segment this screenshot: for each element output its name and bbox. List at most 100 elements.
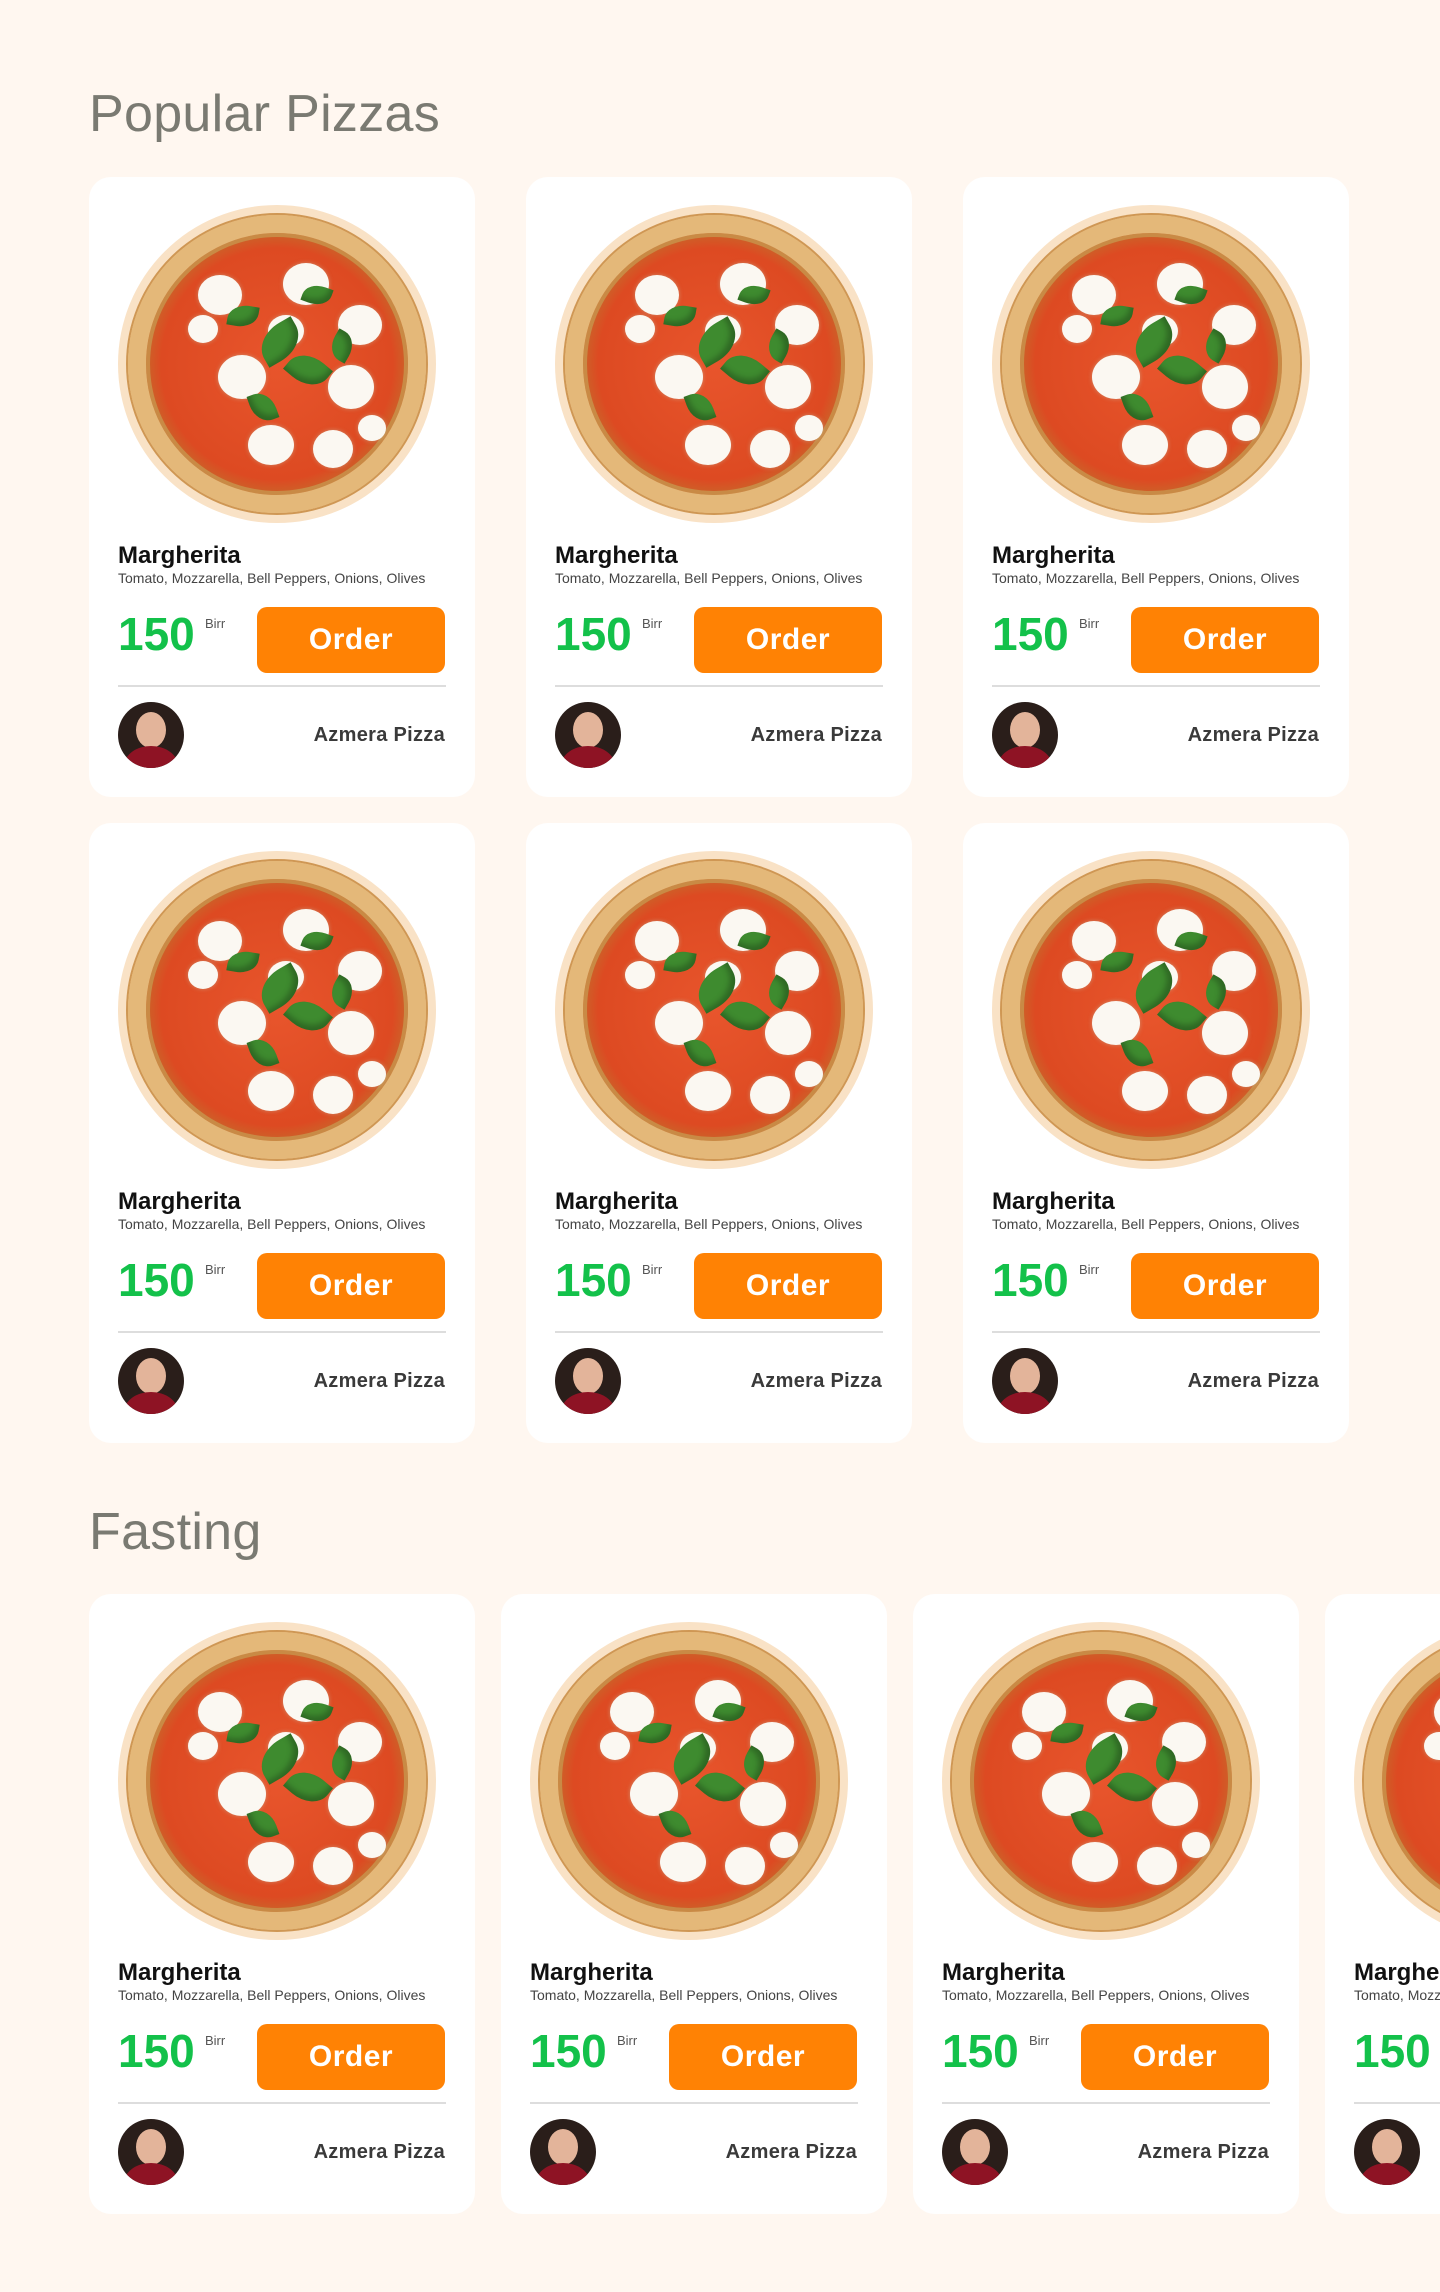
restaurant-name[interactable]: Azmera Pizza: [314, 1370, 445, 1393]
product-name: Margherita: [1354, 1959, 1440, 1986]
product-price: 150: [118, 2025, 195, 2077]
mozzarella-topping: [218, 1001, 266, 1045]
basil-leaf: [246, 388, 280, 426]
mozzarella-topping: [248, 1842, 294, 1882]
mozzarella-topping: [685, 1071, 731, 1111]
price-currency: Birr: [205, 616, 226, 631]
product-card[interactable]: Margherita Tomato, Mozzarella, Bell Pepp…: [913, 1594, 1299, 2214]
avatar-body: [124, 2163, 178, 2185]
mozzarella-topping: [248, 1071, 294, 1111]
product-name: Margherita: [992, 1188, 1115, 1215]
product-card[interactable]: Margherita Tomato, Mozzarella, Bell Pepp…: [89, 177, 475, 797]
avatar[interactable]: [118, 2119, 184, 2185]
product-ingredients: Tomato, Mozzarella, Bell Peppers, Onions…: [992, 1216, 1300, 1232]
mozzarella-topping: [328, 1782, 374, 1826]
avatar-body: [124, 746, 178, 768]
product-card[interactable]: Margherita Tomato, Mozzarella, Bell Pepp…: [963, 823, 1349, 1443]
product-card[interactable]: Margherita Tomato, Mozzarella, Bell Pepp…: [1325, 1594, 1440, 2214]
order-button[interactable]: Order: [1131, 607, 1319, 673]
product-ingredients: Tomato, Mozzarella, Bell Peppers, Onions…: [555, 1216, 863, 1232]
restaurant-name[interactable]: Azmera Pizza: [1138, 2141, 1269, 2164]
avatar-face: [136, 2129, 166, 2165]
product-card[interactable]: Margherita Tomato, Mozzarella, Bell Pepp…: [89, 823, 475, 1443]
mozzarella-topping: [188, 961, 218, 989]
pizza-image: [118, 205, 436, 523]
mozzarella-topping: [660, 1842, 706, 1882]
product-price: 150: [555, 1254, 632, 1306]
avatar[interactable]: [555, 1348, 621, 1414]
avatar[interactable]: [530, 2119, 596, 2185]
mozzarella-topping: [1187, 430, 1227, 468]
pizza-image: [118, 1622, 436, 1940]
order-button[interactable]: Order: [257, 1253, 445, 1319]
price-currency: Birr: [205, 2033, 226, 2048]
card-divider: [555, 1331, 883, 1333]
mozzarella-topping: [740, 1782, 786, 1826]
restaurant-name[interactable]: Azmera Pizza: [1188, 724, 1319, 747]
avatar[interactable]: [992, 1348, 1058, 1414]
restaurant-name[interactable]: Azmera Pizza: [751, 1370, 882, 1393]
product-name: Margherita: [118, 542, 241, 569]
mozzarella-topping: [630, 1772, 678, 1816]
price-currency: Birr: [205, 1262, 226, 1277]
mozzarella-topping: [1232, 1061, 1260, 1087]
product-card[interactable]: Margherita Tomato, Mozzarella, Bell Pepp…: [526, 177, 912, 797]
price-currency: Birr: [642, 1262, 663, 1277]
basil-leaf: [1120, 1034, 1154, 1072]
product-price: 150: [555, 608, 632, 660]
pizza-image: [1354, 1622, 1440, 1940]
pizza-toppings: [1364, 1632, 1440, 1930]
avatar[interactable]: [942, 2119, 1008, 2185]
pizza-image: [555, 851, 873, 1169]
product-price: 150: [118, 608, 195, 660]
order-button[interactable]: Order: [257, 2024, 445, 2090]
order-button[interactable]: Order: [1131, 1253, 1319, 1319]
pizza-image: [992, 205, 1310, 523]
order-button[interactable]: Order: [257, 607, 445, 673]
page: Popular Pizzas Margherita Tomato, Mozzar…: [0, 0, 1440, 2292]
restaurant-name[interactable]: Azmera Pizza: [314, 2141, 445, 2164]
avatar-face: [1372, 2129, 1402, 2165]
pizza-image: [555, 205, 873, 523]
avatar[interactable]: [118, 1348, 184, 1414]
price-currency: Birr: [642, 616, 663, 631]
product-card[interactable]: Margherita Tomato, Mozzarella, Bell Pepp…: [501, 1594, 887, 2214]
mozzarella-topping: [1182, 1832, 1210, 1858]
basil-leaf: [1070, 1805, 1104, 1843]
avatar[interactable]: [555, 702, 621, 768]
avatar[interactable]: [118, 702, 184, 768]
pizza-toppings: [952, 1632, 1250, 1930]
mozzarella-topping: [1122, 1071, 1168, 1111]
order-button[interactable]: Order: [1081, 2024, 1269, 2090]
product-price: 150: [992, 1254, 1069, 1306]
mozzarella-topping: [358, 1832, 386, 1858]
avatar-face: [573, 712, 603, 748]
mozzarella-topping: [1187, 1076, 1227, 1114]
mozzarella-topping: [328, 365, 374, 409]
mozzarella-topping: [770, 1832, 798, 1858]
mozzarella-topping: [1434, 1692, 1440, 1732]
pizza-toppings: [128, 861, 426, 1159]
avatar-body: [948, 2163, 1002, 2185]
pizza-image: [118, 851, 436, 1169]
price-currency: Birr: [1029, 2033, 1050, 2048]
restaurant-name[interactable]: Azmera Pizza: [1188, 1370, 1319, 1393]
mozzarella-topping: [218, 1772, 266, 1816]
product-ingredients: Tomato, Mozzarella, Bell Peppers, Onions…: [555, 570, 863, 586]
restaurant-name[interactable]: Azmera Pizza: [751, 724, 882, 747]
restaurant-name[interactable]: Azmera Pizza: [726, 2141, 857, 2164]
restaurant-name[interactable]: Azmera Pizza: [314, 724, 445, 747]
product-price: 150: [1354, 2025, 1431, 2077]
avatar[interactable]: [992, 702, 1058, 768]
product-card[interactable]: Margherita Tomato, Mozzarella, Bell Pepp…: [526, 823, 912, 1443]
order-button[interactable]: Order: [669, 2024, 857, 2090]
order-button[interactable]: Order: [694, 1253, 882, 1319]
avatar-face: [960, 2129, 990, 2165]
product-card[interactable]: Margherita Tomato, Mozzarella, Bell Pepp…: [963, 177, 1349, 797]
avatar[interactable]: [1354, 2119, 1420, 2185]
mozzarella-topping: [1424, 1732, 1440, 1760]
order-button[interactable]: Order: [694, 607, 882, 673]
price-currency: Birr: [1079, 616, 1100, 631]
product-card[interactable]: Margherita Tomato, Mozzarella, Bell Pepp…: [89, 1594, 475, 2214]
product-name: Margherita: [555, 542, 678, 569]
